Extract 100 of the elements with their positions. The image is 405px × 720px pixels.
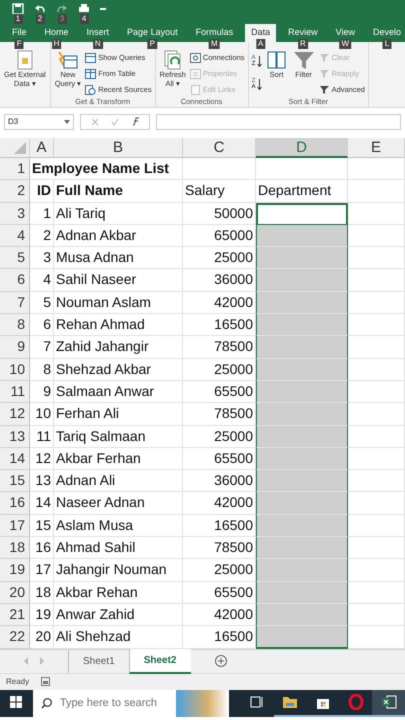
column-header[interactable]: A xyxy=(30,138,54,158)
taskbar-app-button[interactable] xyxy=(372,690,405,717)
cell-text: 10 xyxy=(35,405,51,422)
search-bar[interactable]: Type here to search xyxy=(32,690,176,717)
table-icon xyxy=(85,68,96,78)
selected-cell[interactable] xyxy=(256,336,348,359)
cell-text: Adnan Ali xyxy=(56,472,116,488)
selected-cell[interactable] xyxy=(256,582,348,604)
sheet-tab[interactable]: Sheet2 xyxy=(128,648,190,674)
cell-text: 20 xyxy=(35,628,51,644)
row-header[interactable]: 8 xyxy=(0,314,30,336)
empty-cell xyxy=(348,158,405,180)
row-header[interactable]: 17 xyxy=(0,514,30,538)
column-header[interactable]: E xyxy=(348,138,405,158)
spreadsheet-app-icon xyxy=(380,694,397,710)
down-arrow-icon xyxy=(256,56,262,66)
cell-text: 25000 xyxy=(214,428,253,444)
name-box[interactable]: D3 xyxy=(4,114,74,130)
selected-cell[interactable] xyxy=(256,514,348,538)
selected-cell[interactable] xyxy=(256,292,348,314)
cancel-icon xyxy=(91,118,99,126)
selected-cell[interactable] xyxy=(256,202,348,225)
cell-text: Anwar Zahid xyxy=(56,606,135,622)
selected-cell[interactable] xyxy=(256,380,348,404)
cell-text: Zahid Jahangir xyxy=(56,338,149,354)
selected-cell[interactable] xyxy=(256,492,348,515)
function-icon xyxy=(131,117,141,126)
cell-text: Nouman Aslam xyxy=(56,294,151,310)
row-header[interactable]: 5 xyxy=(0,247,30,270)
column-header[interactable]: C xyxy=(183,138,256,158)
cell-text: Ali Tariq xyxy=(56,204,106,221)
row-header[interactable]: 21 xyxy=(0,604,30,626)
printer-icon[interactable] xyxy=(78,3,90,14)
row-header[interactable]: 10 xyxy=(0,358,30,381)
undo-icon[interactable] xyxy=(34,3,46,14)
selected-cell[interactable] xyxy=(256,314,348,336)
selected-cell[interactable] xyxy=(256,358,348,381)
cell-text: 65500 xyxy=(214,450,253,466)
row-header[interactable]: 14 xyxy=(0,448,30,470)
cell-text: Akbar Rehan xyxy=(56,584,138,600)
selected-cell[interactable] xyxy=(256,224,348,248)
row-header[interactable]: 16 xyxy=(0,492,30,515)
keytip: R xyxy=(298,38,308,48)
formula-field[interactable] xyxy=(156,114,401,130)
sheet-title: Employee Name List xyxy=(32,160,169,176)
cell-text: Adnan Akbar xyxy=(56,226,136,243)
selected-cell[interactable] xyxy=(256,403,348,426)
selected-cell[interactable] xyxy=(256,269,348,292)
save-icon[interactable] xyxy=(12,3,24,14)
ribbon-tab[interactable]: Data xyxy=(245,24,276,42)
keytip: H xyxy=(52,38,62,48)
row-header[interactable]: 12 xyxy=(0,403,30,426)
selected-cell[interactable] xyxy=(256,448,348,470)
keytip: 1 xyxy=(14,14,22,24)
row-header[interactable]: 11 xyxy=(0,380,30,404)
selected-cell[interactable] xyxy=(256,559,348,582)
row-header[interactable]: 20 xyxy=(0,582,30,604)
cell-text: 4 xyxy=(43,271,51,288)
add-sheet-icon[interactable] xyxy=(214,655,226,668)
keytip: M xyxy=(209,38,220,48)
row-header[interactable]: 4 xyxy=(0,224,30,248)
row-header[interactable]: 3 xyxy=(0,202,30,225)
selected-cell[interactable] xyxy=(256,247,348,270)
cell-text: 14 xyxy=(35,494,51,510)
cell-text: Jahangir Nouman xyxy=(56,561,167,578)
cell-text: 25000 xyxy=(214,360,253,377)
selected-cell[interactable] xyxy=(256,626,348,649)
cell-text: 3 xyxy=(43,249,51,266)
keytip: W xyxy=(340,38,352,48)
keytip: N xyxy=(92,38,103,48)
row-header[interactable]: 7 xyxy=(0,292,30,314)
search-banner-picture xyxy=(176,690,229,717)
row-header[interactable]: 1 xyxy=(0,158,30,180)
selected-cell[interactable] xyxy=(256,604,348,626)
row-header[interactable]: 2 xyxy=(0,180,30,203)
row-header[interactable]: 18 xyxy=(0,537,30,560)
selected-cell[interactable] xyxy=(256,426,348,448)
row-header[interactable]: 13 xyxy=(0,426,30,448)
sort-icon xyxy=(266,50,288,70)
status-text: Ready xyxy=(6,676,30,688)
row-header[interactable]: 9 xyxy=(0,336,30,359)
cell-text: 2 xyxy=(43,226,51,243)
row-header[interactable]: 22 xyxy=(0,626,30,649)
cell-text: Aslam Musa xyxy=(56,516,134,533)
column-header[interactable]: D xyxy=(256,138,348,158)
cell-text: Rehan Ahmad xyxy=(56,316,145,332)
row-header[interactable]: 15 xyxy=(0,470,30,492)
cell-text: Ferhan Ali xyxy=(56,405,120,422)
row-header[interactable]: 19 xyxy=(0,559,30,582)
selected-cell[interactable] xyxy=(256,470,348,492)
cell-text: 15 xyxy=(35,516,51,533)
cell-text: Ahmad Sahil xyxy=(56,539,136,556)
select-all-icon xyxy=(14,142,26,154)
selected-cell[interactable] xyxy=(256,537,348,560)
column-header[interactable]: B xyxy=(54,138,183,158)
keytip: L xyxy=(382,38,392,48)
row-header[interactable]: 6 xyxy=(0,269,30,292)
cell-text: 42000 xyxy=(214,606,253,622)
cell-text: 78500 xyxy=(214,405,253,422)
cell-text: 16500 xyxy=(214,516,253,533)
